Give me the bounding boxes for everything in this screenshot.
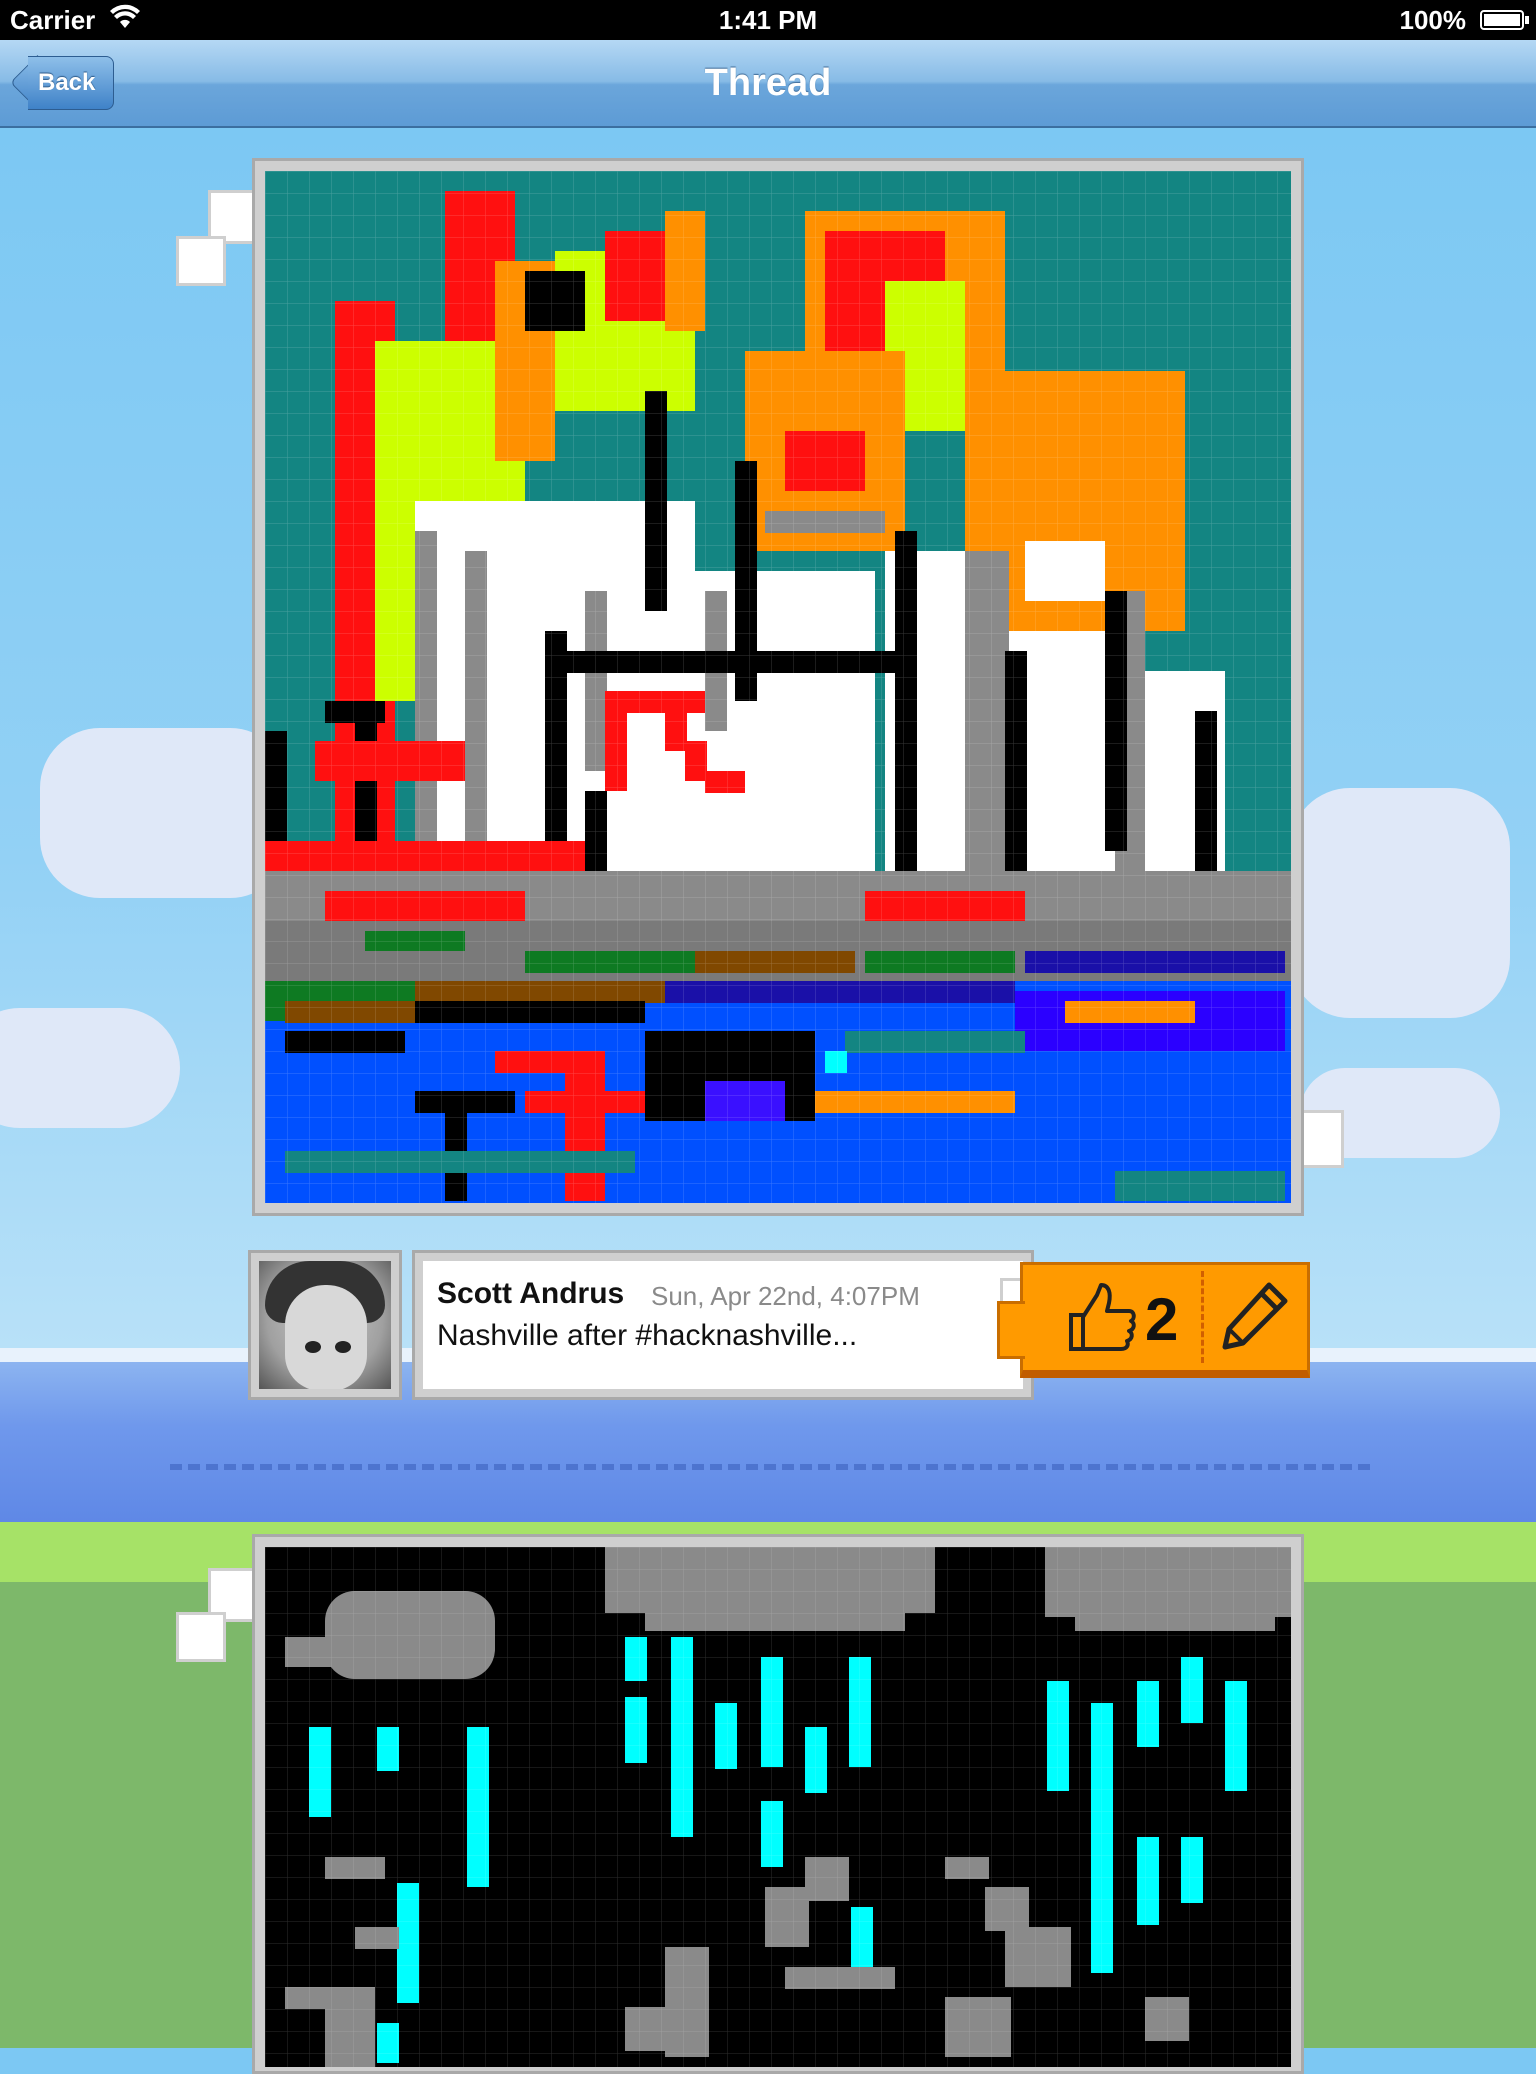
drawing-frame[interactable] xyxy=(252,158,1304,1216)
status-bar: Carrier 1:41 PM 100% xyxy=(0,0,1536,40)
pixel-drawing[interactable] xyxy=(265,171,1291,1203)
drawing-frame[interactable] xyxy=(252,1534,1304,2074)
like-button[interactable]: 2 xyxy=(1067,1281,1217,1357)
edit-button[interactable] xyxy=(1219,1279,1299,1359)
sea-wave-line xyxy=(170,1464,1370,1470)
cloud xyxy=(1290,788,1510,1018)
drawing-corner-tab xyxy=(176,1612,226,1662)
battery-percentage: 100% xyxy=(1399,5,1467,35)
avatar[interactable] xyxy=(259,1261,391,1389)
clock: 1:41 PM xyxy=(718,5,818,35)
avatar-eye xyxy=(335,1341,351,1353)
post-caption: Nashville after #hacknashville... xyxy=(437,1319,858,1352)
pencil-icon xyxy=(1219,1279,1291,1356)
pixel-drawing[interactable] xyxy=(265,1547,1291,2067)
avatar-face xyxy=(285,1285,367,1389)
cloud xyxy=(0,1008,180,1128)
post-timestamp: Sun, Apr 22nd, 4:07PM xyxy=(651,1281,920,1311)
burning-city-pixel-art xyxy=(265,171,1291,1203)
thumbs-up-icon xyxy=(1067,1281,1137,1358)
page-title: Thread xyxy=(704,62,832,104)
avatar-eye xyxy=(305,1341,321,1353)
rain-pixel-art xyxy=(265,1547,1291,2067)
navigation-bar: Back Thread xyxy=(0,40,1536,128)
like-count: 2 xyxy=(1145,1286,1179,1353)
drawing-corner-tab xyxy=(176,236,226,286)
author-avatar-frame[interactable] xyxy=(248,1250,402,1400)
author-name[interactable]: Scott Andrus xyxy=(437,1277,624,1311)
post-actions: 2 xyxy=(997,1262,1310,1378)
post-caption-inner: Scott Andrus Sun, Apr 22nd, 4:07PM Nashv… xyxy=(423,1261,1023,1389)
post-caption-box: Scott Andrus Sun, Apr 22nd, 4:07PM Nashv… xyxy=(412,1250,1034,1400)
action-tab-notch xyxy=(997,1301,1025,1359)
battery-icon xyxy=(1480,10,1529,30)
action-divider xyxy=(1201,1271,1204,1363)
